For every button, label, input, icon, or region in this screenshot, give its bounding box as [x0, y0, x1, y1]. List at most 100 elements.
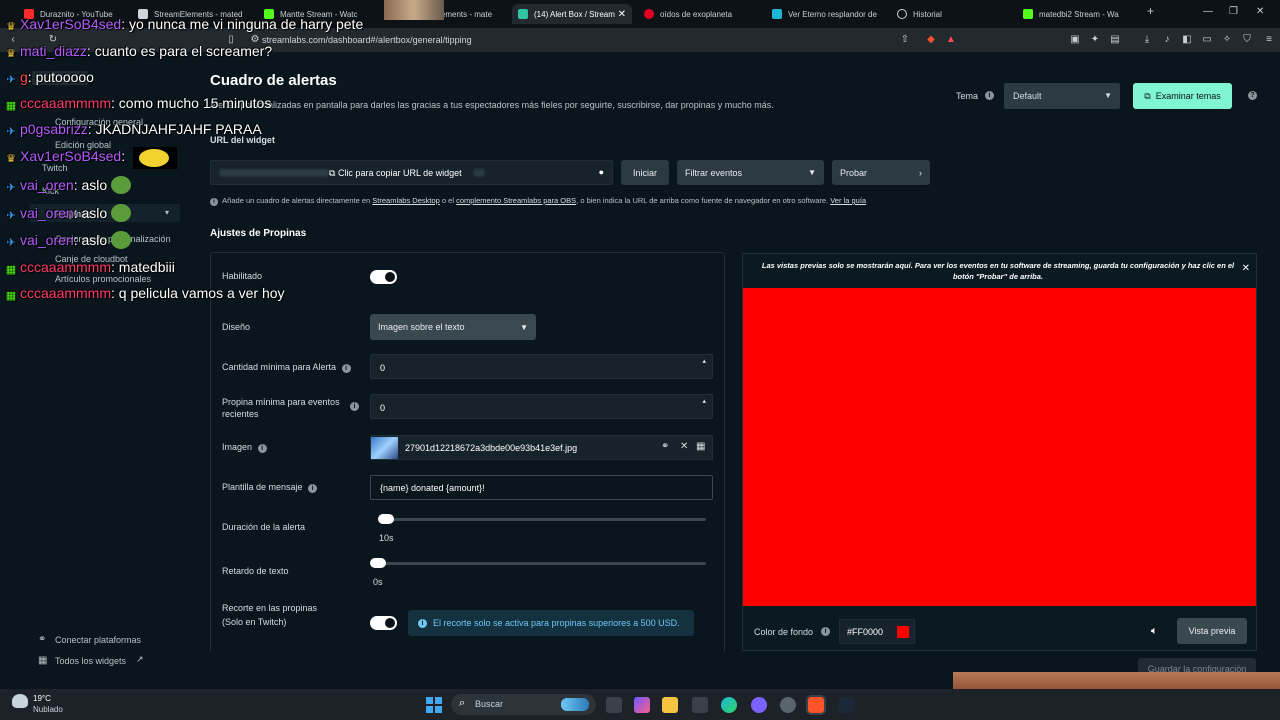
- sidebar-toggle-icon[interactable]: ◧: [1180, 33, 1194, 47]
- new-tab-icon[interactable]: +: [1147, 4, 1154, 18]
- emote-overlay: [384, 0, 444, 20]
- delay-slider-handle[interactable]: [370, 558, 386, 568]
- blurred-url: [219, 169, 329, 177]
- theme-select[interactable]: Default ▼: [1004, 83, 1120, 109]
- crown-badge-icon: ♛: [6, 153, 16, 165]
- share-icon[interactable]: ⇧: [898, 33, 912, 47]
- music-icon[interactable]: ♪: [1160, 33, 1174, 47]
- file-explorer-icon[interactable]: [662, 697, 678, 713]
- page-subtitle: Alertas personalizadas en pantalla para …: [210, 100, 774, 110]
- streamlabs-desktop-link[interactable]: Streamlabs Desktop: [372, 196, 440, 205]
- widgets-grid-icon: ▦: [38, 655, 48, 666]
- task-view-icon[interactable]: [606, 697, 622, 713]
- min-amount-input[interactable]: 0 ▴: [370, 354, 713, 379]
- copy-widget-url[interactable]: ⧉ Clic para copiar URL de widget: [329, 168, 462, 179]
- theme-label: Tema: [956, 91, 979, 101]
- section-title: Ajustes de Propinas: [210, 228, 307, 239]
- chat-message: ✈ vai_oren: aslo: [4, 176, 132, 195]
- design-select[interactable]: Imagen sobre el texto ▼: [370, 314, 536, 340]
- close-window-icon[interactable]: ✕: [1256, 6, 1264, 17]
- image-field[interactable]: 27901d12218672a3dbde00e93b41e3ef.jpg ⚭ ✕…: [370, 435, 713, 460]
- tab-5-favicon-icon: [644, 9, 654, 19]
- page-title: Cuadro de alertas: [210, 72, 337, 89]
- vpn-icon[interactable]: ⛉: [1240, 33, 1254, 47]
- chat-message: ♛ Xav1erSoB4sed:: [4, 147, 177, 169]
- bg-color-input[interactable]: #FF0000: [839, 619, 915, 644]
- app-icon[interactable]: [780, 697, 796, 713]
- tab-active-alertbox[interactable]: (14) Alert Box / Stream ✕: [512, 4, 632, 24]
- tab-7-history-icon: [897, 9, 907, 19]
- tab-8[interactable]: matedbi2 Stream - Wa: [1023, 4, 1133, 24]
- copilot-icon[interactable]: [634, 697, 650, 713]
- duration-slider[interactable]: [378, 518, 706, 521]
- leo-icon[interactable]: ✧: [1220, 33, 1234, 47]
- chat-message: ✈ vai_oren: aslo: [4, 204, 132, 223]
- wallet-icon[interactable]: ▭: [1200, 33, 1214, 47]
- weather-desc[interactable]: Nublado: [33, 705, 63, 714]
- chevron-down-icon: ▾: [165, 208, 170, 217]
- preview-button[interactable]: Vista previa: [1177, 618, 1247, 644]
- enabled-label: Habilitado: [222, 271, 263, 281]
- stepper-up-icon[interactable]: ▴: [702, 397, 706, 405]
- connect-platforms-link[interactable]: Conectar plataformas: [55, 635, 141, 645]
- tab-7[interactable]: Historial: [897, 4, 1007, 24]
- brave-rewards-icon[interactable]: ▲: [944, 33, 958, 47]
- volume-icon[interactable]: 🔈︎: [1151, 625, 1158, 638]
- chevron-down-icon: ▼: [808, 168, 816, 177]
- guide-link[interactable]: Ver la guía: [830, 196, 866, 205]
- info-icon: i: [341, 364, 351, 373]
- clear-icon[interactable]: ✕: [680, 441, 688, 452]
- tab-6[interactable]: Ver Eterno resplandor de: [772, 4, 884, 24]
- weather-temp[interactable]: 19°C: [33, 694, 51, 703]
- taskbar-search[interactable]: ⌕ Buscar: [451, 694, 596, 715]
- gallery-icon[interactable]: ▦: [696, 441, 705, 452]
- edge-icon[interactable]: [721, 697, 737, 713]
- min-recent-input[interactable]: 0 ▴: [370, 394, 713, 419]
- maximize-icon[interactable]: ❐: [1229, 6, 1238, 17]
- brave-shield-icon[interactable]: ◆: [924, 33, 938, 47]
- screenshot-icon[interactable]: ▣: [1068, 33, 1082, 47]
- minimize-icon[interactable]: —: [1203, 6, 1213, 17]
- color-swatch[interactable]: [897, 626, 909, 638]
- store-icon[interactable]: [692, 697, 708, 713]
- start-button[interactable]: Iniciar: [621, 160, 669, 185]
- close-notice-icon[interactable]: ✕: [1242, 263, 1250, 274]
- obs-plugin-link[interactable]: complemento Streamlabs para OBS: [456, 196, 576, 205]
- delay-slider[interactable]: [370, 562, 706, 565]
- discord-icon[interactable]: [751, 697, 767, 713]
- help-icon[interactable]: ?: [1248, 91, 1257, 100]
- translate-icon[interactable]: ▤: [1108, 33, 1122, 47]
- template-label: Plantilla de mensaje i: [222, 482, 318, 493]
- downloads-icon[interactable]: ⤓: [1140, 33, 1154, 47]
- steam-icon[interactable]: [838, 697, 854, 713]
- duration-slider-handle[interactable]: [378, 514, 394, 524]
- widget-url-field[interactable]: ⧉ Clic para copiar URL de widget ●: [210, 160, 613, 185]
- template-input[interactable]: {name} donated {amount}!: [370, 475, 713, 500]
- grid-badge-icon: ▦: [5, 290, 17, 302]
- image-thumbnail: [371, 437, 398, 459]
- chat-message: ▦ cccaaammmm: matedbiii: [5, 259, 175, 276]
- eye-icon[interactable]: ●: [599, 167, 604, 177]
- chat-message: ▦ cccaaammmm: como mucho 15 minutos: [5, 95, 272, 112]
- stepper-up-icon[interactable]: ▴: [702, 357, 706, 365]
- all-widgets-link[interactable]: Todos los widgets: [55, 656, 126, 666]
- menu-icon[interactable]: ≡: [1262, 33, 1276, 47]
- close-tab-icon[interactable]: ✕: [618, 9, 626, 20]
- filter-events-select[interactable]: Filtrar eventos ▼: [677, 160, 824, 185]
- sword-badge-icon: ✈: [6, 182, 16, 194]
- brave-icon[interactable]: [806, 695, 826, 715]
- taskbar: 19°C Nublado ⌕ Buscar: [0, 689, 1280, 720]
- enabled-toggle[interactable]: [370, 270, 397, 284]
- sword-badge-icon: ✈: [6, 210, 16, 222]
- tab-5[interactable]: oídos de exoplaneta: [644, 4, 759, 24]
- explore-themes-button[interactable]: ⧉ Examinar temas: [1133, 83, 1232, 109]
- extensions-icon[interactable]: ✦: [1088, 33, 1102, 47]
- chevron-down-icon: ▼: [1104, 91, 1112, 100]
- preview-canvas: [743, 288, 1256, 606]
- tab-6-favicon-icon: [772, 9, 782, 19]
- windows-start-icon[interactable]: [426, 697, 442, 713]
- link-icon: ⚭: [38, 634, 47, 645]
- test-button[interactable]: Probar ›: [832, 160, 930, 185]
- link-icon[interactable]: ⚭: [661, 441, 669, 452]
- cut-toggle[interactable]: [370, 616, 397, 630]
